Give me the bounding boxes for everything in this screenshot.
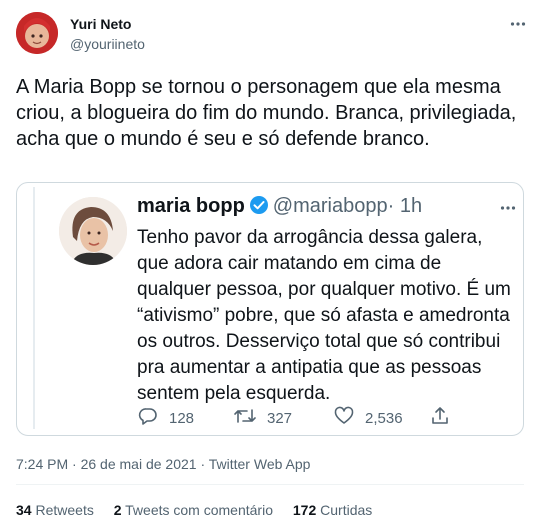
likes-label: Curtidas: [320, 502, 373, 518]
quoted-retweet: 327: [233, 405, 292, 431]
quoted-text: Tenho pavor da arrogância dessa galera, …: [137, 227, 511, 404]
tweet-stats: 34 Retweets 2 Tweets com comentário 172 …: [16, 502, 388, 518]
quoted-likes-count: 2,536: [365, 409, 403, 427]
retweets-count: 34: [16, 502, 32, 518]
quoted-more-icon: [499, 199, 517, 222]
quoted-retweets-count: 327: [267, 409, 293, 427]
retweets-label: Retweets: [35, 502, 94, 518]
heart-icon: [333, 405, 355, 431]
retweet-icon: [233, 405, 257, 431]
quoted-tweet-screenshot: maria bopp @mariabopp· 1h Tenho pavor da …: [33, 187, 517, 429]
tweet-timestamp[interactable]: 7:24 PM · 26 de mai de 2021 · Twitter We…: [16, 456, 310, 472]
quoted-tweet-image[interactable]: maria bopp @mariabopp· 1h Tenho pavor da …: [16, 182, 524, 436]
likes-count: 172: [292, 502, 317, 518]
tweet-text: A Maria Bopp se tornou o personagem que …: [16, 76, 517, 150]
author-handle[interactable]: @youriineto: [70, 36, 145, 52]
author-name[interactable]: Yuri Neto: [70, 16, 131, 32]
divider: [16, 484, 524, 485]
verified-badge-icon: [249, 195, 269, 221]
quoted-name: maria bopp: [137, 195, 245, 217]
quoted-like: 2,536: [333, 405, 403, 431]
likes-stat[interactable]: 172 Curtidas: [293, 502, 372, 518]
quoted-header: maria bopp @mariabopp· 1h: [137, 195, 422, 221]
more-options-icon[interactable]: [506, 12, 530, 36]
tweet: Yuri Neto @youriineto A Maria Bopp se to…: [0, 0, 540, 532]
quote-tweets-stat[interactable]: 2 Tweets com comentário: [114, 502, 273, 518]
quoted-handle: @mariabopp: [272, 195, 388, 217]
quoted-reply: 128: [137, 405, 194, 431]
quoted-actions: 128 327 2,536: [137, 405, 517, 429]
quoted-avatar: [59, 197, 127, 265]
reply-icon: [137, 405, 159, 431]
share-icon: [429, 405, 451, 427]
avatar[interactable]: [16, 12, 58, 54]
quote-tweets-label: Tweets com comentário: [125, 502, 273, 518]
quoted-replies-count: 128: [169, 409, 195, 427]
quoted-time: · 1h: [387, 195, 423, 217]
quote-tweets-count: 2: [113, 502, 122, 518]
retweets-stat[interactable]: 34 Retweets: [16, 502, 94, 518]
